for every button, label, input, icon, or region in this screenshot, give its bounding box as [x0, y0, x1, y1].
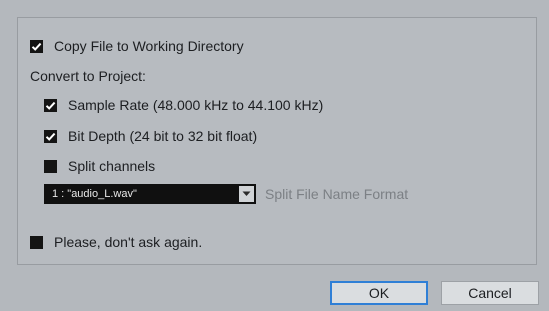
options-panel: Copy File to Working Directory Convert t…: [17, 17, 537, 265]
bit-depth-option[interactable]: Bit Depth (24 bit to 32 bit float): [44, 128, 257, 144]
split-file-format-label: Split File Name Format: [265, 186, 409, 202]
checkmark-icon: [45, 101, 56, 110]
split-channels-option[interactable]: Split channels: [44, 158, 155, 174]
checkmark-icon: [31, 42, 42, 51]
dont-ask-option[interactable]: Please, don't ask again.: [30, 234, 202, 250]
bit-depth-label: Bit Depth (24 bit to 32 bit float): [68, 128, 258, 144]
sample-rate-label: Sample Rate (48.000 kHz to 44.100 kHz): [68, 97, 324, 113]
dont-ask-label: Please, don't ask again.: [54, 234, 203, 250]
dont-ask-checkbox[interactable]: [30, 235, 43, 249]
dropdown-button[interactable]: [239, 186, 254, 202]
copy-file-option[interactable]: Copy File to Working Directory: [30, 38, 244, 54]
convert-heading: Convert to Project:: [30, 68, 146, 84]
bit-depth-checkbox[interactable]: [44, 129, 57, 143]
import-options-dialog: Copy File to Working Directory Convert t…: [0, 0, 549, 311]
sample-rate-checkbox[interactable]: [44, 98, 57, 112]
split-channels-checkbox[interactable]: [44, 159, 57, 173]
split-channels-label: Split channels: [68, 158, 156, 174]
ok-button[interactable]: OK: [330, 281, 428, 305]
split-file-format-value: 1 : "audio_L.wav": [52, 188, 137, 200]
cancel-button[interactable]: Cancel: [441, 281, 539, 305]
copy-file-label: Copy File to Working Directory: [54, 38, 244, 54]
chevron-down-icon: [242, 191, 251, 196]
convert-heading-text: Convert to Project:: [30, 68, 146, 84]
checkmark-icon: [45, 132, 56, 141]
split-file-format-select[interactable]: 1 : "audio_L.wav": [44, 184, 256, 204]
sample-rate-option[interactable]: Sample Rate (48.000 kHz to 44.100 kHz): [44, 97, 323, 113]
copy-file-checkbox[interactable]: [30, 39, 43, 53]
